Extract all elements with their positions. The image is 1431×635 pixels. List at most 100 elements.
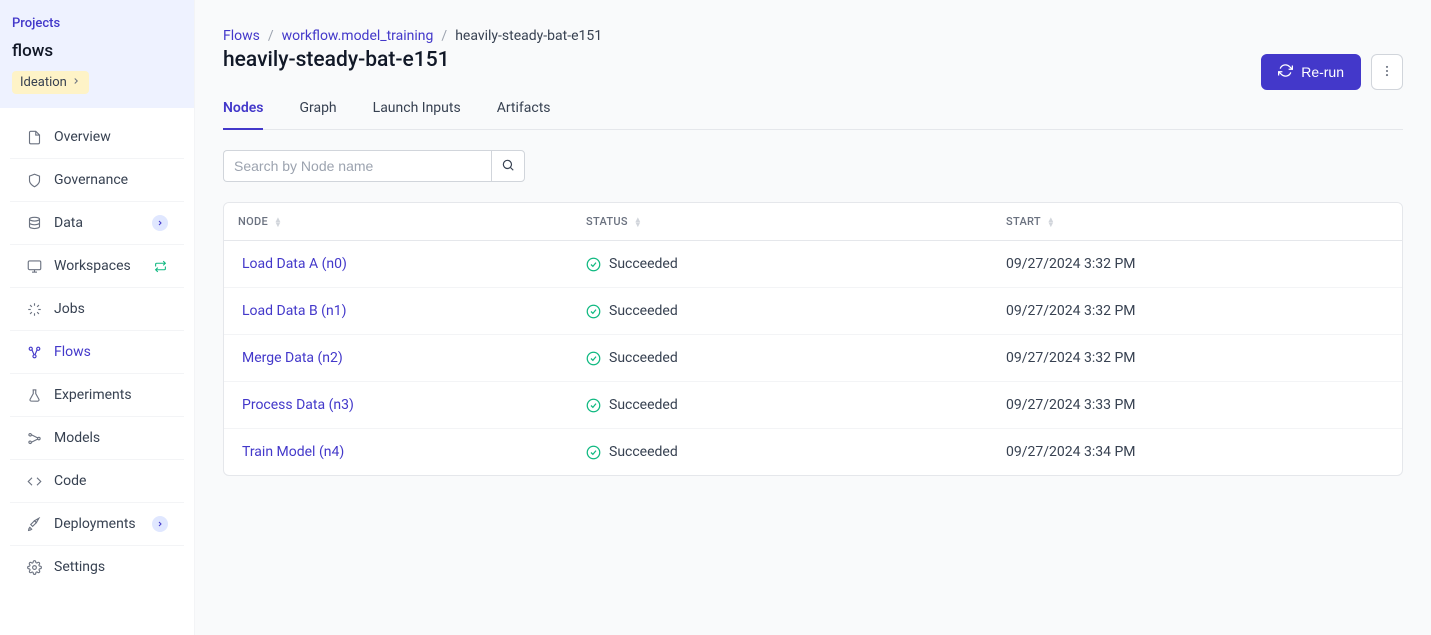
page-actions: Re-run <box>1261 54 1403 90</box>
rerun-button[interactable]: Re-run <box>1261 54 1361 90</box>
table-row: Train Model (n4) Succeeded 09/27/2024 3:34… <box>224 429 1402 476</box>
shield-icon <box>26 172 42 188</box>
success-check-icon <box>586 304 601 319</box>
success-check-icon <box>586 351 601 366</box>
start-time: 09/27/2024 3:32 PM <box>1006 303 1136 319</box>
tab-launch-inputs[interactable]: Launch Inputs <box>373 90 461 130</box>
sidebar-nav: Overview Governance Data Workspaces Jobs Flow… <box>0 108 194 596</box>
sidebar-item-deployments[interactable]: Deployments <box>10 503 184 546</box>
node-link[interactable]: Load Data A (n0) <box>242 256 347 272</box>
breadcrumb-current: heavily-steady-bat-e151 <box>455 28 602 44</box>
sidebar-item-overview[interactable]: Overview <box>10 116 184 159</box>
search-row <box>223 150 1403 182</box>
start-time: 09/27/2024 3:32 PM <box>1006 256 1136 272</box>
success-check-icon <box>586 445 601 460</box>
sidebar-item-code[interactable]: Code <box>10 460 184 503</box>
tab-artifacts[interactable]: Artifacts <box>497 90 551 130</box>
column-header-label: START <box>1006 215 1041 228</box>
gear-icon <box>26 559 42 575</box>
main-content: Flows / workflow.model_training / heavil… <box>195 0 1431 635</box>
sidebar: Projects flows Ideation Overview Governan… <box>0 0 195 635</box>
sidebar-item-label: Deployments <box>54 516 140 532</box>
start-time: 09/27/2024 3:34 PM <box>1006 444 1136 460</box>
status-text: Succeeded <box>609 444 678 460</box>
table-row: Merge Data (n2) Succeeded 09/27/2024 3:32 … <box>224 335 1402 382</box>
status-text: Succeeded <box>609 256 678 272</box>
status-text: Succeeded <box>609 350 678 366</box>
project-stage-label: Ideation <box>20 75 67 90</box>
start-time: 09/27/2024 3:32 PM <box>1006 350 1136 366</box>
flask-icon <box>26 387 42 403</box>
search-button[interactable] <box>491 150 525 182</box>
more-actions-button[interactable] <box>1371 54 1403 90</box>
sidebar-item-data[interactable]: Data <box>10 202 184 245</box>
status-text: Succeeded <box>609 303 678 319</box>
breadcrumb: Flows / workflow.model_training / heavil… <box>223 28 1261 44</box>
sidebar-item-models[interactable]: Models <box>10 417 184 460</box>
sidebar-item-label: Workspaces <box>54 258 140 274</box>
node-link[interactable]: Load Data B (n1) <box>242 303 346 319</box>
rerun-label: Re-run <box>1301 64 1344 80</box>
sidebar-item-label: Jobs <box>54 301 168 317</box>
loader-icon <box>26 301 42 317</box>
column-header-label: STATUS <box>586 215 628 228</box>
flow-icon <box>26 344 42 360</box>
file-icon <box>26 129 42 145</box>
nodes-table: NODE ▲▼ STATUS ▲▼ START ▲▼ <box>223 202 1403 476</box>
table-row: Load Data B (n1) Succeeded 09/27/2024 3:32… <box>224 288 1402 335</box>
code-icon <box>26 473 42 489</box>
success-check-icon <box>586 257 601 272</box>
breadcrumb-workflow[interactable]: workflow.model_training <box>282 28 434 44</box>
node-link[interactable]: Train Model (n4) <box>242 444 344 460</box>
chevron-right-badge-icon <box>152 215 168 231</box>
sort-icon: ▲▼ <box>1047 217 1055 227</box>
project-stage-badge[interactable]: Ideation <box>12 71 89 94</box>
tab-graph[interactable]: Graph <box>299 90 336 130</box>
sidebar-item-experiments[interactable]: Experiments <box>10 374 184 417</box>
table-row: Process Data (n3) Succeeded 09/27/2024 3:3… <box>224 382 1402 429</box>
search-input[interactable] <box>223 150 491 182</box>
project-name: flows <box>12 41 182 61</box>
sidebar-item-governance[interactable]: Governance <box>10 159 184 202</box>
sidebar-item-label: Code <box>54 473 168 489</box>
breadcrumb-flows[interactable]: Flows <box>223 28 260 44</box>
table-row: Load Data A (n0) Succeeded 09/27/2024 3:32… <box>224 241 1402 288</box>
model-icon <box>26 430 42 446</box>
projects-link[interactable]: Projects <box>12 16 182 31</box>
sidebar-item-label: Governance <box>54 172 168 188</box>
refresh-icon <box>1278 63 1293 81</box>
search-icon <box>501 158 515 175</box>
start-time: 09/27/2024 3:33 PM <box>1006 397 1136 413</box>
column-header-status[interactable]: STATUS ▲▼ <box>586 215 642 228</box>
tab-nodes[interactable]: Nodes <box>223 90 263 130</box>
sidebar-item-flows[interactable]: Flows <box>10 331 184 374</box>
sidebar-item-workspaces[interactable]: Workspaces <box>10 245 184 288</box>
sort-icon: ▲▼ <box>634 217 642 227</box>
node-link[interactable]: Process Data (n3) <box>242 397 354 413</box>
sidebar-item-label: Flows <box>54 344 168 360</box>
column-header-start[interactable]: START ▲▼ <box>1006 215 1055 228</box>
sidebar-item-label: Models <box>54 430 168 446</box>
page-title: heavily-steady-bat-e151 <box>223 48 1261 72</box>
sync-icon <box>152 258 168 274</box>
chevron-right-icon <box>71 75 81 90</box>
success-check-icon <box>586 398 601 413</box>
status-text: Succeeded <box>609 397 678 413</box>
tabs: Nodes Graph Launch Inputs Artifacts <box>223 90 1403 130</box>
column-header-node[interactable]: NODE ▲▼ <box>238 215 282 228</box>
sidebar-item-label: Experiments <box>54 387 168 403</box>
sidebar-item-label: Overview <box>54 129 168 145</box>
sidebar-item-label: Data <box>54 215 140 231</box>
chevron-right-badge-icon <box>152 516 168 532</box>
breadcrumb-separator: / <box>268 28 274 44</box>
sidebar-item-label: Settings <box>54 559 168 575</box>
rocket-icon <box>26 516 42 532</box>
column-header-label: NODE <box>238 215 268 228</box>
node-link[interactable]: Merge Data (n2) <box>242 350 343 366</box>
sidebar-item-settings[interactable]: Settings <box>10 546 184 588</box>
monitor-icon <box>26 258 42 274</box>
sort-icon: ▲▼ <box>274 217 282 227</box>
more-vertical-icon <box>1380 64 1394 81</box>
sidebar-item-jobs[interactable]: Jobs <box>10 288 184 331</box>
database-icon <box>26 215 42 231</box>
